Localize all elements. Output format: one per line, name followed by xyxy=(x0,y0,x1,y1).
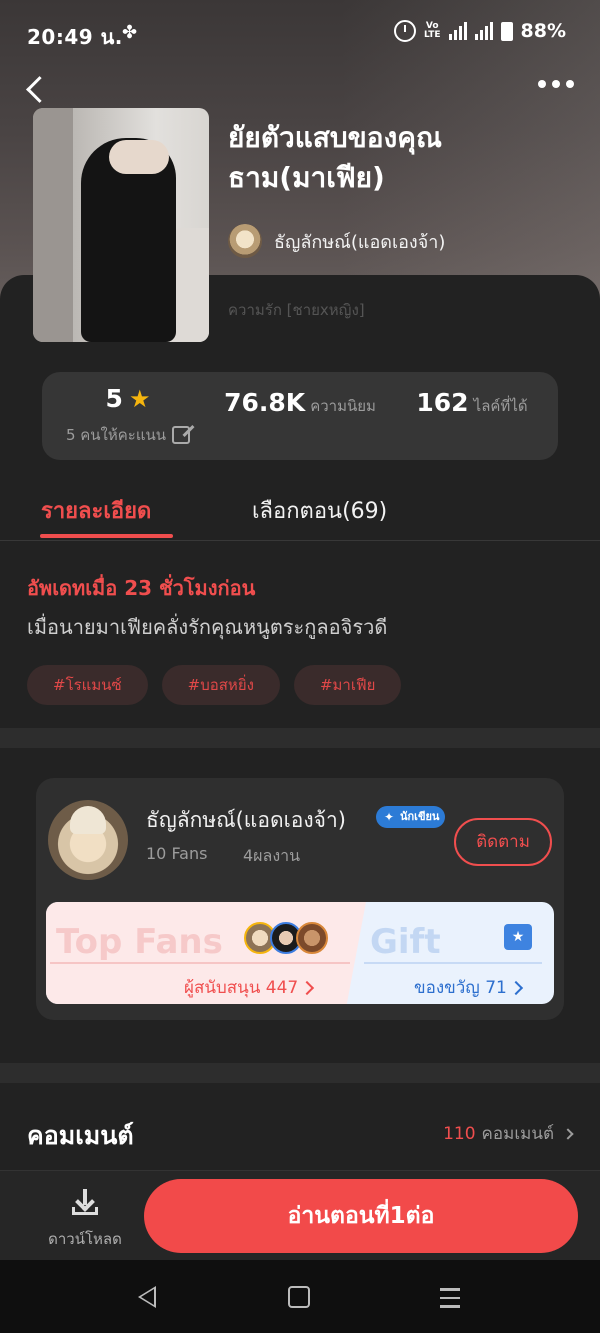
popularity-value: 76.8K xyxy=(224,388,306,417)
author-name: ธัญลักษณ์(แอดเองจ้า) xyxy=(274,231,446,253)
pinwheel-icon: ✤ xyxy=(122,22,138,43)
likes-value: 162 xyxy=(416,388,469,417)
fans-gift-box: Top Fans ผู้สนับสนุน 447 Gift ★ ของขวัญ … xyxy=(46,902,554,1004)
volte-icon: Vo LTE xyxy=(423,21,441,40)
download-icon xyxy=(70,1187,100,1217)
author-works: 4ผลงาน xyxy=(243,846,301,865)
star-icon: ★ xyxy=(128,384,151,413)
synopsis: เมื่อนายมาเฟียคลั่งรักคุณหนูตระกูลอจิรวด… xyxy=(27,615,388,639)
status-bar: 20:49 น. ✤ Vo LTE 88% xyxy=(0,0,600,68)
book-title: ยัยตัวแสบของคุณธาม(มาเฟีย) xyxy=(228,121,442,194)
nav-back-icon[interactable] xyxy=(138,1286,156,1308)
tag-list: #โรแมนซ์ #บอสหยิ่ง #มาเฟีย xyxy=(27,665,402,705)
likes-label: ไลค์ที่ได้ xyxy=(473,397,528,415)
section-divider xyxy=(0,1063,600,1083)
author-avatar xyxy=(228,224,262,258)
rating-stat[interactable]: 5 ★ 5 คนให้คะแนน xyxy=(42,384,214,447)
top-fans-panel[interactable]: Top Fans ผู้สนับสนุน 447 xyxy=(46,902,366,1004)
gift-title: Gift xyxy=(370,922,441,962)
read-continue-button[interactable]: อ่านตอนที่1ต่อ xyxy=(144,1179,578,1253)
battery-icon xyxy=(500,21,513,41)
tab-details[interactable]: รายละเอียด xyxy=(39,493,174,538)
chevron-right-icon xyxy=(300,980,315,996)
alarm-icon xyxy=(393,20,416,42)
genre-label: ความรัก [ชายxหญิง] xyxy=(228,301,365,319)
likes-stat: 162 ไลค์ที่ได้ xyxy=(386,384,558,418)
supporters-link[interactable]: ผู้สนับสนุน 447 xyxy=(184,974,315,1001)
book-cover xyxy=(33,108,209,342)
author-card: ธัญลักษณ์(แอดเองจ้า) นักเขียน 10 Fans 4ผ… xyxy=(36,778,564,1020)
more-icon[interactable] xyxy=(538,80,574,88)
writer-badge-icon: นักเขียน xyxy=(376,806,446,828)
author-link[interactable]: ธัญลักษณ์(แอดเองจ้า) xyxy=(228,224,445,258)
fan-avatars xyxy=(244,922,328,954)
comments-count-label: คอมเมนต์ xyxy=(481,1124,554,1144)
comments-count: 110 xyxy=(443,1123,476,1144)
nav-home-icon[interactable] xyxy=(288,1286,310,1308)
signal-icon xyxy=(448,22,467,40)
popularity-label: ความนิยม xyxy=(310,397,376,415)
tag-boss[interactable]: #บอสหยิ่ง xyxy=(161,665,280,705)
chevron-right-icon xyxy=(508,980,523,996)
download-button[interactable]: ดาวน์โหลด xyxy=(40,1187,130,1251)
author-card-name[interactable]: ธัญลักษณ์(แอดเองจ้า) xyxy=(146,804,346,837)
nav-recents-icon[interactable] xyxy=(440,1288,460,1314)
rating-value: 5 xyxy=(105,384,123,413)
chevron-right-icon xyxy=(562,1127,574,1140)
comments-link[interactable]: 110 คอมเมนต์ xyxy=(443,1120,574,1147)
comments-title: คอมเมนต์ xyxy=(27,1121,134,1150)
battery-percent: 88% xyxy=(520,20,566,42)
bottom-bar: ดาวน์โหลด อ่านตอนที่1ต่อ xyxy=(0,1170,600,1260)
tag-romance[interactable]: #โรแมนซ์ xyxy=(27,665,148,705)
rating-label: 5 คนให้คะแนน xyxy=(65,426,167,444)
back-icon[interactable] xyxy=(22,72,54,108)
edit-icon[interactable] xyxy=(172,426,191,444)
status-right: Vo LTE 88% xyxy=(393,20,566,42)
popularity-stat: 76.8K ความนิยม xyxy=(214,384,386,418)
signal-4g-icon xyxy=(474,22,493,40)
download-label: ดาวน์โหลด xyxy=(48,1230,122,1248)
tag-mafia[interactable]: #มาเฟีย xyxy=(293,665,402,705)
section-divider xyxy=(0,728,600,748)
author-card-avatar[interactable] xyxy=(48,800,128,880)
system-nav-bar xyxy=(0,1260,600,1333)
author-fans: 10 Fans xyxy=(146,844,208,863)
stats-box: 5 ★ 5 คนให้คะแนน 76.8K ความนิยม 162 ไลค์ท… xyxy=(42,372,558,460)
gifts-link[interactable]: ของขวัญ 71 xyxy=(414,974,523,1001)
top-fans-title: Top Fans xyxy=(56,922,223,962)
gift-icon: ★ xyxy=(504,924,532,950)
tab-bar: รายละเอียด เลือกตอน(69) xyxy=(0,485,600,541)
tab-chapters[interactable]: เลือกตอน(69) xyxy=(252,493,387,528)
status-time: 20:49 น. xyxy=(27,25,123,49)
updated-label: อัพเดทเมื่อ 23 ชั่วโมงก่อน xyxy=(27,576,256,600)
fan-avatar xyxy=(296,922,328,954)
follow-button[interactable]: ติดตาม xyxy=(454,818,552,866)
